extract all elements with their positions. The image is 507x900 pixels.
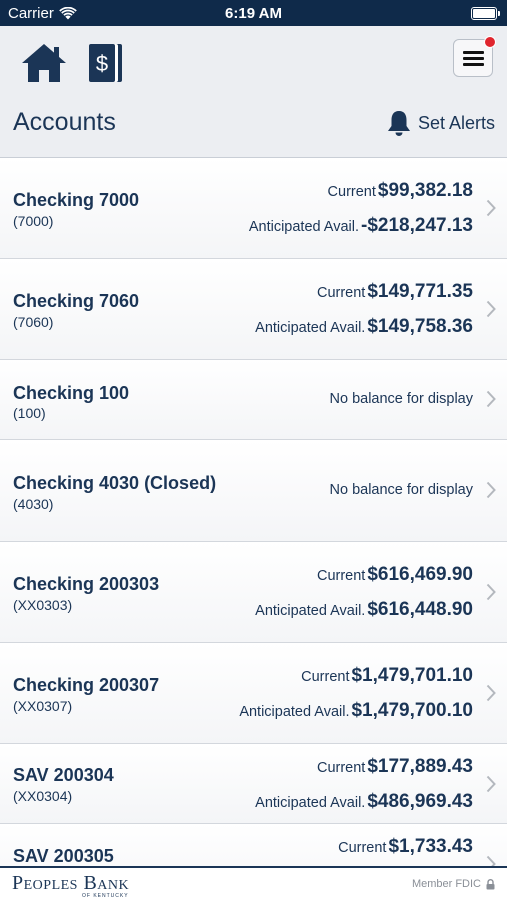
account-name: Checking 200303 <box>13 574 160 594</box>
current-label: Current <box>316 760 366 776</box>
current-amount: $616,469.90 <box>367 564 473 585</box>
menu-icon-bar <box>463 63 484 66</box>
current-balance: Current $99,382.18 <box>328 180 473 202</box>
anticipated-label: Anticipated Avail. <box>239 704 350 720</box>
bell-icon <box>387 111 410 136</box>
anticipated-label: Anticipated Avail. <box>255 320 366 336</box>
current-amount: $99,382.18 <box>377 180 473 201</box>
set-alerts-button[interactable]: Set Alerts <box>387 110 495 136</box>
anticipated-amount: $486,969.43 <box>367 791 473 812</box>
chevron-right-icon <box>486 300 496 318</box>
anticipated-balance: Anticipated Avail. $149,758.36 <box>255 316 473 338</box>
no-balance-text: No balance for display <box>329 391 473 407</box>
current-label: Current <box>316 568 366 584</box>
footer: Peoples Bank OF KENTUCKY Member FDIC <box>0 866 507 900</box>
home-button[interactable] <box>20 41 68 85</box>
chevron-right-icon <box>486 481 496 499</box>
account-number: (XX0304) <box>13 788 73 804</box>
current-amount: $149,771.35 <box>367 281 473 302</box>
current-balance: Current $616,469.90 <box>317 564 473 586</box>
menu-icon-bar <box>463 57 484 60</box>
anticipated-label: Anticipated Avail. <box>255 603 366 619</box>
home-icon <box>22 44 66 82</box>
chevron-right-icon <box>486 775 496 793</box>
anticipated-amount: -$218,247.13 <box>361 215 473 236</box>
current-balance: Current $1,733.43 <box>338 836 473 858</box>
account-row[interactable]: Checking 200303 (XX0303) Current $616,469… <box>0 542 507 643</box>
svg-text:$: $ <box>96 51 108 76</box>
top-navigation: $ Accounts Set Alerts <box>0 26 507 158</box>
anticipated-label: Anticipated Avail. <box>248 219 359 235</box>
current-label: Current <box>338 840 387 856</box>
account-row[interactable]: Checking 4030 (Closed) (4030) No balance… <box>0 440 507 542</box>
status-bar: Carrier 6:19 AM <box>0 0 507 26</box>
chevron-right-icon <box>486 583 496 601</box>
account-name: SAV 200305 <box>13 846 114 866</box>
current-label: Current <box>327 184 376 200</box>
bank-subtitle: OF KENTUCKY <box>82 893 129 899</box>
battery-icon <box>471 7 500 20</box>
current-amount: $1,479,701.10 <box>351 665 473 686</box>
current-balance: Current $149,771.35 <box>317 281 473 303</box>
anticipated-amount: $616,448.90 <box>367 599 473 620</box>
account-row[interactable]: SAV 200305 Current $1,733.43 <box>0 824 507 866</box>
account-name: Checking 7060 <box>13 291 140 311</box>
status-time: 6:19 AM <box>225 5 282 22</box>
current-balance: Current $1,479,701.10 <box>301 665 473 687</box>
current-label: Current <box>301 669 350 685</box>
chevron-right-icon <box>486 199 496 217</box>
account-number: (7060) <box>13 314 54 330</box>
account-row[interactable]: Checking 100 (100) No balance for displa… <box>0 360 507 440</box>
anticipated-label: Anticipated Avail. <box>255 795 366 811</box>
no-balance-text: No balance for display <box>329 482 473 498</box>
page-title: Accounts <box>13 108 116 136</box>
bank-logo: Peoples Bank OF KENTUCKY <box>12 872 130 899</box>
current-amount: $177,889.43 <box>367 756 473 777</box>
anticipated-amount: $1,479,700.10 <box>351 700 473 721</box>
anticipated-amount: $149,758.36 <box>367 316 473 337</box>
account-number: (100) <box>13 405 46 421</box>
transfer-button[interactable]: $ <box>86 41 126 85</box>
account-row[interactable]: Checking 7000 (7000) Current $99,382.18 A… <box>0 158 507 259</box>
account-name: Checking 200307 <box>13 675 160 695</box>
member-fdic: Member FDIC <box>412 878 495 890</box>
menu-icon <box>463 51 484 54</box>
account-list: Checking 7000 (7000) Current $99,382.18 A… <box>0 158 507 866</box>
account-name: SAV 200304 <box>13 765 114 785</box>
notification-dot <box>484 36 496 48</box>
account-name: Checking 7000 <box>13 190 140 210</box>
bank-name: Peoples Bank <box>12 872 130 894</box>
chevron-right-icon <box>486 684 496 702</box>
menu-button[interactable] <box>453 36 496 77</box>
account-number: (XX0303) <box>13 597 73 613</box>
money-card-icon: $ <box>89 44 122 82</box>
current-label: Current <box>316 285 366 301</box>
account-name: Checking 100 <box>13 383 130 403</box>
account-row[interactable]: Checking 7060 (7060) Current $149,771.35 … <box>0 259 507 360</box>
chevron-right-icon <box>486 390 496 408</box>
current-amount: $1,733.43 <box>388 836 473 857</box>
account-row[interactable]: SAV 200304 (XX0304) Current $177,889.43 A… <box>0 744 507 824</box>
account-number: (4030) <box>13 496 54 512</box>
account-number: (7000) <box>13 213 54 229</box>
anticipated-balance: Anticipated Avail. $616,448.90 <box>255 599 473 621</box>
anticipated-balance: Anticipated Avail. $1,479,700.10 <box>239 700 473 722</box>
account-number: (XX0307) <box>13 698 73 714</box>
lock-icon <box>486 878 495 889</box>
current-balance: Current $177,889.43 <box>317 756 473 778</box>
account-row[interactable]: Checking 200307 (XX0307) Current $1,479,7… <box>0 643 507 744</box>
anticipated-balance: Anticipated Avail. -$218,247.13 <box>249 215 473 237</box>
fdic-label: Member FDIC <box>411 878 481 890</box>
set-alerts-label: Set Alerts <box>417 112 495 133</box>
account-name: Checking 4030 (Closed) <box>13 473 217 493</box>
chevron-right-icon <box>486 855 496 866</box>
anticipated-balance: Anticipated Avail. $486,969.43 <box>255 791 473 813</box>
